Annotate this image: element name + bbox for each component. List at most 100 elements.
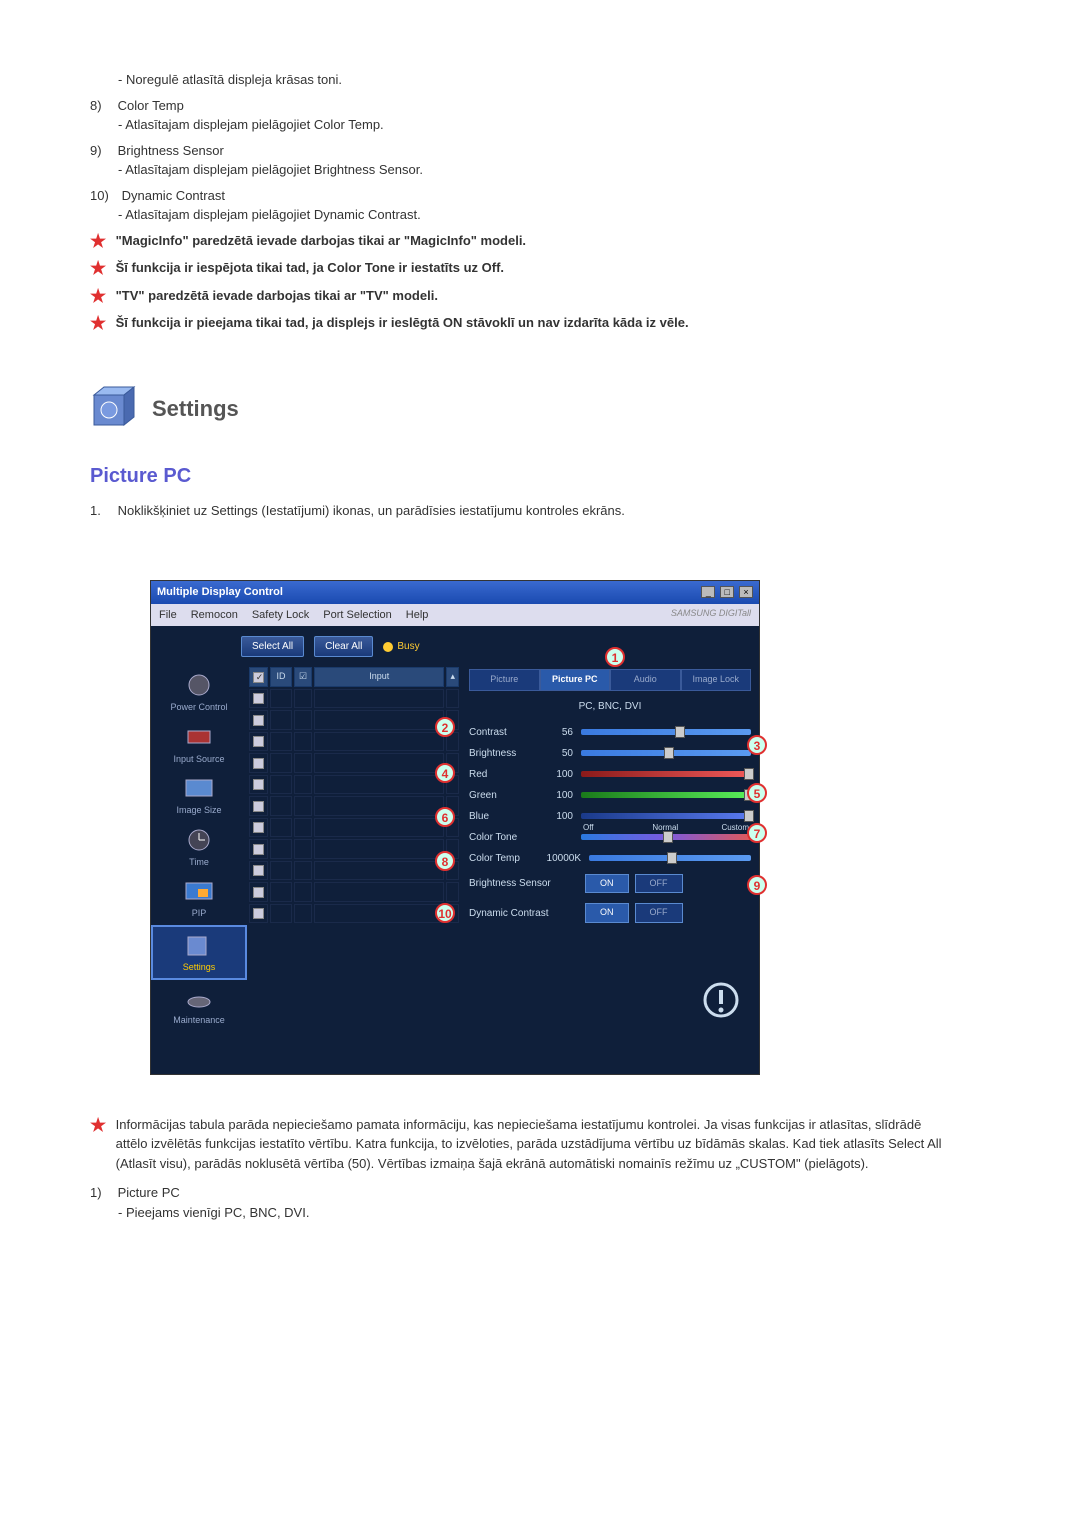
list-sub: - Atlasītajam displejam pielāgojiet Colo… <box>118 115 990 135</box>
sidebar-item-time[interactable]: Time <box>151 822 247 874</box>
star-text: "TV" paredzētā ievade darbojas tikai ar … <box>116 286 956 306</box>
slider-red[interactable] <box>581 771 751 777</box>
star-note: ★ "MagicInfo" paredzētā ievade darbojas … <box>90 231 990 253</box>
select-all-checkbox[interactable] <box>253 672 264 683</box>
star-text: Informācijas tabula parāda nepieciešamo … <box>116 1115 956 1174</box>
clear-all-button[interactable]: Clear All <box>314 636 373 657</box>
row-checkbox[interactable] <box>253 693 264 704</box>
row-checkbox[interactable] <box>253 887 264 898</box>
list-item-8: 8) Color Temp - Atlasītajam displejam pi… <box>90 96 990 135</box>
star-icon: ★ <box>90 286 112 308</box>
sidebar-item-settings[interactable]: Settings <box>151 925 247 981</box>
brand-label: SAMSUNG DIGITall <box>671 607 751 621</box>
sidebar-item-label: Time <box>153 856 245 870</box>
row-checkbox[interactable] <box>253 736 264 747</box>
menu-help[interactable]: Help <box>406 607 429 624</box>
window-buttons[interactable]: _ □ × <box>699 585 753 600</box>
sidebar-item-power[interactable]: Power Control <box>151 667 247 719</box>
sidebar-item-image-size[interactable]: Image Size <box>151 770 247 822</box>
callout-7: 7 <box>747 823 767 843</box>
row-checkbox[interactable] <box>253 865 264 876</box>
sidebar-item-maintenance[interactable]: Maintenance <box>151 980 247 1032</box>
sidebar: Power Control Input Source Image Size Ti… <box>151 665 247 1034</box>
list-sub: - Noregulē atlasītā displeja krāsas toni… <box>118 70 990 90</box>
maximize-icon[interactable]: □ <box>720 586 734 598</box>
slider-thumb[interactable] <box>675 726 685 738</box>
list-item-9: 9) Brightness Sensor - Atlasītajam displ… <box>90 141 990 180</box>
col-input: Input <box>314 667 444 687</box>
slider-thumb[interactable] <box>744 810 754 822</box>
brightness-sensor-off-button[interactable]: OFF <box>635 874 683 894</box>
minimize-icon[interactable]: _ <box>701 586 715 598</box>
slider-contrast[interactable] <box>581 729 751 735</box>
sidebar-item-input[interactable]: Input Source <box>151 719 247 771</box>
slider-thumb[interactable] <box>664 747 674 759</box>
row-checkbox[interactable] <box>253 715 264 726</box>
app-body: Power Control Input Source Image Size Ti… <box>151 665 759 1034</box>
row-checkbox[interactable] <box>253 758 264 769</box>
slider-thumb[interactable] <box>663 831 673 843</box>
scroll-up-icon[interactable]: ▴ <box>446 667 459 687</box>
label-color-temp: Color Temp <box>469 851 539 866</box>
label-blue: Blue <box>469 809 539 824</box>
row-blue: Blue 100 <box>469 806 751 827</box>
sidebar-item-pip[interactable]: PIP <box>151 873 247 925</box>
menu-port-selection[interactable]: Port Selection <box>323 607 391 624</box>
label-brightness: Brightness <box>469 746 539 761</box>
tab-audio[interactable]: Audio <box>610 669 681 691</box>
dynamic-contrast-off-button[interactable]: OFF <box>635 903 683 923</box>
label-color-tone: Color Tone <box>469 830 539 845</box>
step-1: 1. Noklikšķiniet uz Settings (Iestatījum… <box>90 501 990 521</box>
callout-5: 5 <box>747 783 767 803</box>
warning-icon <box>701 980 741 1020</box>
tab-image-lock[interactable]: Image Lock <box>681 669 752 691</box>
step-text: Noklikšķiniet uz Settings (Iestatījumi) … <box>118 501 938 521</box>
row-checkbox[interactable] <box>253 844 264 855</box>
slider-thumb[interactable] <box>744 768 754 780</box>
row-checkbox[interactable] <box>253 779 264 790</box>
star-note: ★ Šī funkcija ir iespējota tikai tad, ja… <box>90 258 990 280</box>
list-sub: - Atlasītajam displejam pielāgojiet Brig… <box>118 160 990 180</box>
menu-file[interactable]: File <box>159 607 177 624</box>
close-icon[interactable]: × <box>739 586 753 598</box>
star-note: ★ Informācijas tabula parāda nepieciešam… <box>90 1115 990 1174</box>
dynamic-contrast-on-button[interactable]: ON <box>585 903 629 923</box>
callout-9: 9 <box>747 875 767 895</box>
value-red: 100 <box>543 767 577 782</box>
settings-cube-icon <box>90 385 138 433</box>
section-title: Settings <box>152 392 239 425</box>
row-checkbox[interactable] <box>253 801 264 812</box>
list-title: Color Temp <box>118 96 938 116</box>
star-text: "MagicInfo" paredzētā ievade darbojas ti… <box>116 231 956 251</box>
star-note: ★ "TV" paredzētā ievade darbojas tikai a… <box>90 286 990 308</box>
list-sub: - Atlasītajam displejam pielāgojiet Dyna… <box>118 205 990 225</box>
row-color-temp: Color Temp 10000K <box>469 848 751 869</box>
window-title: Multiple Display Control <box>157 584 283 601</box>
label-dynamic-contrast: Dynamic Contrast <box>469 906 579 921</box>
busy-label: Busy <box>397 641 419 652</box>
list-sub: - Pieejams vienīgi PC, BNC, DVI. <box>118 1203 990 1223</box>
menu-safety-lock[interactable]: Safety Lock <box>252 607 309 624</box>
device-table: ID ☑ Input ▴ <box>247 665 461 1034</box>
brightness-sensor-on-button[interactable]: ON <box>585 874 629 894</box>
slider-thumb[interactable] <box>667 852 677 864</box>
row-color-tone: Color Tone Off Normal Custom <box>469 827 751 848</box>
sub-section-title: Picture PC <box>90 461 990 491</box>
row-checkbox[interactable] <box>253 822 264 833</box>
slider-blue[interactable] <box>581 813 751 819</box>
row-brightness-sensor: Brightness Sensor ON OFF <box>469 869 751 899</box>
tab-picture-pc[interactable]: Picture PC <box>540 669 611 691</box>
sidebar-item-label: PIP <box>153 907 245 921</box>
slider-color-tone[interactable]: Off Normal Custom <box>581 834 751 840</box>
select-all-button[interactable]: Select All <box>241 636 304 657</box>
list-item-10: 10) Dynamic Contrast - Atlasītajam displ… <box>90 186 990 225</box>
list-number: 8) <box>90 96 114 116</box>
menu-remocon[interactable]: Remocon <box>191 607 238 624</box>
tone-custom-label: Custom <box>721 822 749 834</box>
tab-picture[interactable]: Picture <box>469 669 540 691</box>
slider-color-temp[interactable] <box>589 855 751 861</box>
star-text: Šī funkcija ir pieejama tikai tad, ja di… <box>116 313 956 333</box>
row-checkbox[interactable] <box>253 908 264 919</box>
slider-green[interactable] <box>581 792 751 798</box>
slider-brightness[interactable] <box>581 750 751 756</box>
